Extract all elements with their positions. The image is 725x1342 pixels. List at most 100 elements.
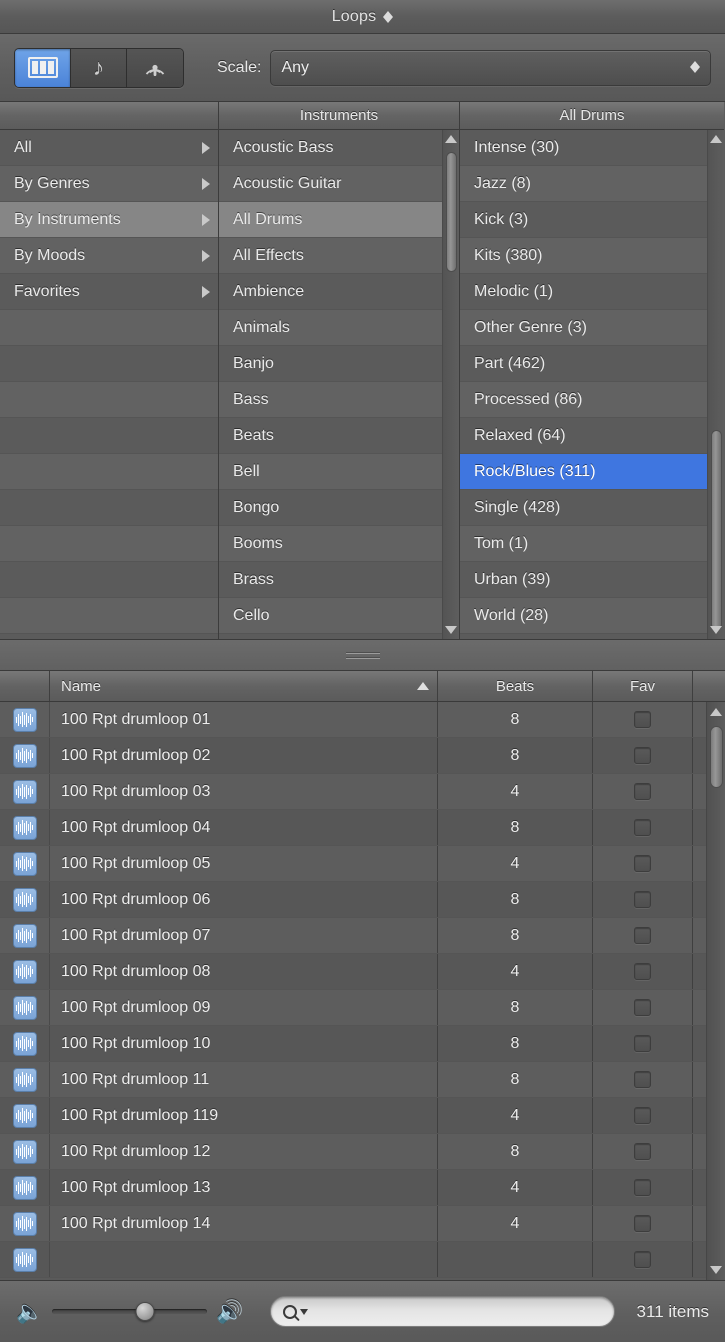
- scrollbar-thumb[interactable]: [711, 430, 722, 630]
- table-scrollbar[interactable]: [706, 702, 725, 1280]
- column-header-beats[interactable]: Beats: [438, 671, 593, 701]
- table-row[interactable]: 100 Rpt drumloop 119 4: [0, 1098, 725, 1134]
- browser-item-all-effects[interactable]: All Effects: [219, 238, 459, 274]
- favorite-checkbox[interactable]: [634, 963, 651, 980]
- row-fav-cell[interactable]: [593, 1062, 693, 1097]
- favorite-checkbox[interactable]: [634, 891, 651, 908]
- scroll-up-button[interactable]: [707, 702, 725, 722]
- row-fav-cell[interactable]: [593, 882, 693, 917]
- browser-item-all-drums[interactable]: All Drums: [219, 202, 459, 238]
- volume-slider-knob[interactable]: [135, 1302, 155, 1321]
- up-down-arrows-icon[interactable]: [383, 9, 394, 25]
- browser-item-world[interactable]: World (28): [460, 598, 724, 634]
- browser-item-single[interactable]: Single (428): [460, 490, 724, 526]
- browser-item-kick[interactable]: Kick (3): [460, 202, 724, 238]
- table-row[interactable]: 100 Rpt drumloop 09 8: [0, 990, 725, 1026]
- favorite-checkbox[interactable]: [634, 1107, 651, 1124]
- scrollbar-thumb[interactable]: [710, 726, 723, 788]
- browser-item-jazz[interactable]: Jazz (8): [460, 166, 724, 202]
- browser-item-relaxed[interactable]: Relaxed (64): [460, 418, 724, 454]
- browser-item-cello[interactable]: Cello: [219, 598, 459, 634]
- table-row[interactable]: 100 Rpt drumloop 07 8: [0, 918, 725, 954]
- row-fav-cell[interactable]: [593, 846, 693, 881]
- table-body[interactable]: 100 Rpt drumloop 01 8 100 Rpt drumloop 0…: [0, 702, 725, 1280]
- table-row[interactable]: 100 Rpt drumloop 06 8: [0, 882, 725, 918]
- row-fav-cell[interactable]: [593, 1242, 693, 1277]
- browser-item-rock-blues[interactable]: Rock/Blues (311): [460, 454, 724, 490]
- favorite-checkbox[interactable]: [634, 1251, 651, 1268]
- browser-item-by-genres[interactable]: By Genres: [0, 166, 218, 202]
- browser-item-other-genre[interactable]: Other Genre (3): [460, 310, 724, 346]
- browser-column-2-list[interactable]: Acoustic Bass Acoustic Guitar All Drums …: [219, 130, 459, 639]
- browser-item-animals[interactable]: Animals: [219, 310, 459, 346]
- volume-slider[interactable]: [52, 1302, 208, 1322]
- search-input[interactable]: [307, 1303, 602, 1320]
- browser-item-by-instruments[interactable]: By Instruments: [0, 202, 218, 238]
- browser-item-beats[interactable]: Beats: [219, 418, 459, 454]
- browser-item-by-moods[interactable]: By Moods: [0, 238, 218, 274]
- music-note-view-button[interactable]: ♪: [71, 48, 127, 87]
- row-fav-cell[interactable]: [593, 1206, 693, 1241]
- column-header-extra[interactable]: [693, 671, 725, 701]
- view-mode-segmented-control[interactable]: ♪: [14, 47, 184, 88]
- row-fav-cell[interactable]: [593, 1098, 693, 1133]
- browser-item-intense[interactable]: Intense (30): [460, 130, 724, 166]
- browser-item-kits[interactable]: Kits (380): [460, 238, 724, 274]
- scroll-down-button[interactable]: [707, 1260, 725, 1280]
- row-fav-cell[interactable]: [593, 1134, 693, 1169]
- row-fav-cell[interactable]: [593, 1170, 693, 1205]
- browser-item-favorites[interactable]: Favorites: [0, 274, 218, 310]
- row-fav-cell[interactable]: [593, 702, 693, 737]
- table-row[interactable]: 100 Rpt drumloop 01 8: [0, 702, 725, 738]
- scroll-down-button[interactable]: [708, 621, 724, 639]
- browser-column-1-list[interactable]: All By Genres By Instruments By Moods Fa…: [0, 130, 218, 639]
- browser-item-acoustic-guitar[interactable]: Acoustic Guitar: [219, 166, 459, 202]
- table-row[interactable]: 100 Rpt drumloop 05 4: [0, 846, 725, 882]
- browser-item-tom[interactable]: Tom (1): [460, 526, 724, 562]
- table-row[interactable]: 100 Rpt drumloop 11 8: [0, 1062, 725, 1098]
- speaker-low-icon[interactable]: 🔈: [16, 1300, 43, 1323]
- column-view-button[interactable]: [15, 48, 71, 87]
- favorite-checkbox[interactable]: [634, 711, 651, 728]
- browser-item-brass[interactable]: Brass: [219, 562, 459, 598]
- row-fav-cell[interactable]: [593, 918, 693, 953]
- table-row[interactable]: 100 Rpt drumloop 12 8: [0, 1134, 725, 1170]
- chevron-down-icon[interactable]: [299, 1308, 308, 1315]
- favorite-checkbox[interactable]: [634, 819, 651, 836]
- row-fav-cell[interactable]: [593, 954, 693, 989]
- browser-item-booms[interactable]: Booms: [219, 526, 459, 562]
- browser-item-melodic[interactable]: Melodic (1): [460, 274, 724, 310]
- table-row[interactable]: 100 Rpt drumloop 02 8: [0, 738, 725, 774]
- browser-column-2-scrollbar[interactable]: [442, 130, 459, 639]
- favorite-checkbox[interactable]: [634, 1143, 651, 1160]
- scroll-up-button[interactable]: [708, 130, 724, 148]
- table-row-partial[interactable]: [0, 1242, 725, 1278]
- column-header-icon[interactable]: [0, 671, 50, 701]
- browser-item-banjo[interactable]: Banjo: [219, 346, 459, 382]
- podcast-view-button[interactable]: [127, 48, 183, 87]
- pane-splitter[interactable]: [0, 640, 725, 671]
- browser-column-3-list[interactable]: Intense (30) Jazz (8) Kick (3) Kits (380…: [460, 130, 724, 639]
- table-row[interactable]: 100 Rpt drumloop 10 8: [0, 1026, 725, 1062]
- favorite-checkbox[interactable]: [634, 927, 651, 944]
- favorite-checkbox[interactable]: [634, 999, 651, 1016]
- column-header-name[interactable]: Name: [50, 671, 438, 701]
- browser-item-bongo[interactable]: Bongo: [219, 490, 459, 526]
- browser-item-ambience[interactable]: Ambience: [219, 274, 459, 310]
- magnifier-icon[interactable]: [282, 1304, 297, 1319]
- table-row[interactable]: 100 Rpt drumloop 08 4: [0, 954, 725, 990]
- browser-item-all[interactable]: All: [0, 130, 218, 166]
- favorite-checkbox[interactable]: [634, 1179, 651, 1196]
- favorite-checkbox[interactable]: [634, 855, 651, 872]
- row-fav-cell[interactable]: [593, 990, 693, 1025]
- row-fav-cell[interactable]: [593, 1026, 693, 1061]
- speaker-high-icon[interactable]: 🔊: [216, 1300, 243, 1323]
- browser-column-3-scrollbar[interactable]: [707, 130, 724, 639]
- favorite-checkbox[interactable]: [634, 1215, 651, 1232]
- browser-item-bass[interactable]: Bass: [219, 382, 459, 418]
- favorite-checkbox[interactable]: [634, 747, 651, 764]
- column-header-fav[interactable]: Fav: [593, 671, 693, 701]
- row-fav-cell[interactable]: [593, 774, 693, 809]
- table-row[interactable]: 100 Rpt drumloop 14 4: [0, 1206, 725, 1242]
- table-row[interactable]: 100 Rpt drumloop 03 4: [0, 774, 725, 810]
